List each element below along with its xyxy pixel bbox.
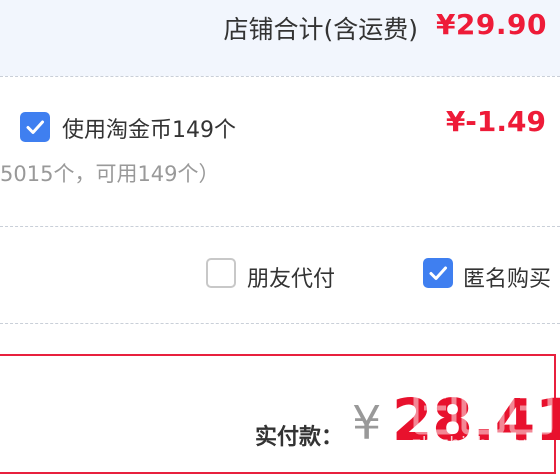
checkmark-icon	[429, 266, 447, 280]
divider	[0, 76, 560, 77]
watermark-text: zhizhizhi.com	[412, 434, 540, 454]
shop-total-label: 店铺合计(含运费)	[223, 15, 418, 44]
checkmark-icon	[26, 120, 44, 134]
gold-coin-checkbox[interactable]	[20, 112, 50, 142]
gold-coin-label[interactable]: 使用淘金币149个	[62, 112, 236, 144]
divider	[0, 226, 560, 227]
payment-label: 实付款：	[255, 425, 344, 450]
payment-currency: ¥	[352, 396, 382, 450]
divider	[0, 323, 560, 324]
anonymous-buy-checkbox[interactable]	[423, 258, 453, 288]
shop-total-value: ¥29.90	[435, 8, 547, 41]
friend-pay-label[interactable]: 朋友代付	[247, 261, 335, 293]
anonymous-buy-label[interactable]: 匿名购买	[463, 261, 551, 293]
gold-coin-discount: ¥-1.49	[445, 105, 546, 138]
gold-coin-note: 5015个，可用149个）	[0, 162, 220, 186]
friend-pay-checkbox[interactable]	[206, 258, 236, 288]
